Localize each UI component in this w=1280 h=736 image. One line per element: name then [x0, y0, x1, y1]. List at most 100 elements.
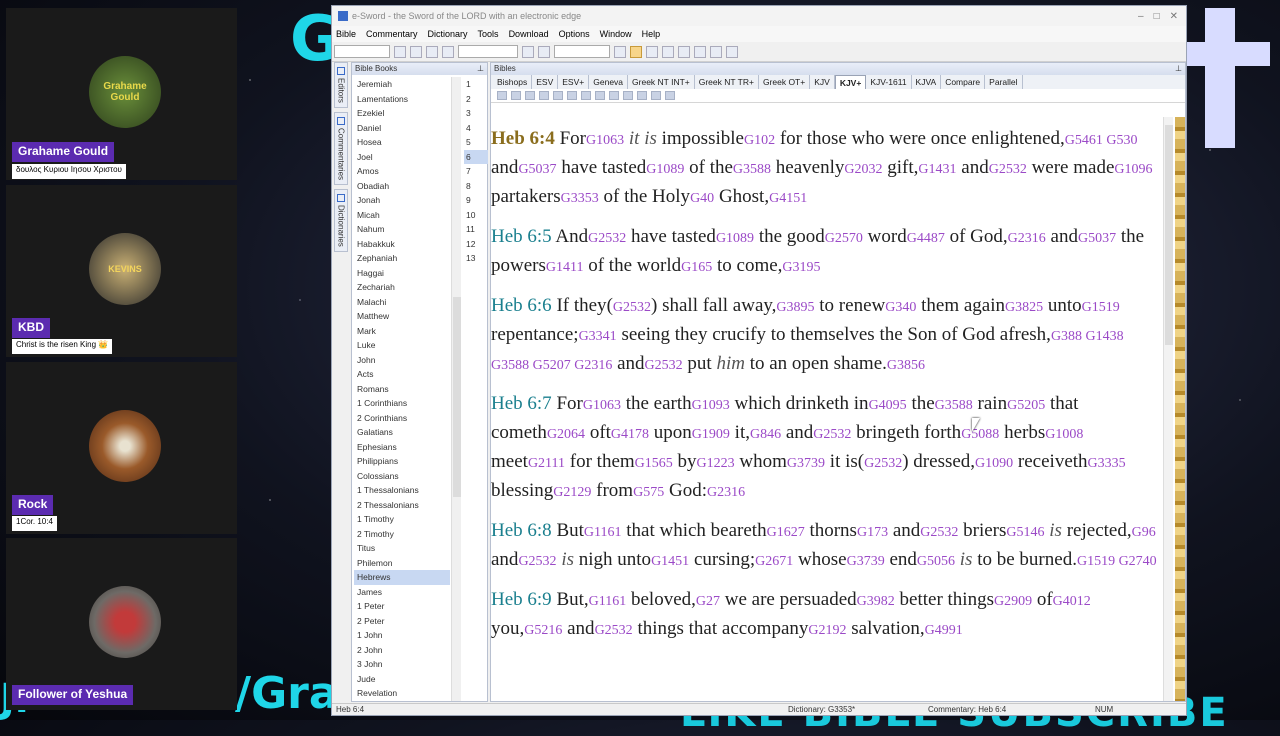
book-item[interactable]: Daniel: [354, 121, 450, 136]
book-item[interactable]: 2 John: [354, 643, 450, 658]
layout-icon[interactable]: [662, 45, 674, 58]
strongs-number[interactable]: G3195: [782, 260, 820, 275]
book-item[interactable]: Luke: [354, 338, 450, 353]
bible-tab[interactable]: Greek NT TR+: [695, 75, 759, 89]
bible-tab[interactable]: ESV+: [558, 75, 590, 89]
strongs-number[interactable]: G4095: [869, 398, 907, 413]
verse-reference[interactable]: Heb 6:9: [491, 589, 552, 610]
binoculars-icon[interactable]: [442, 45, 454, 58]
strongs-number[interactable]: G2532: [645, 358, 683, 373]
strongs-number[interactable]: G1093: [692, 398, 730, 413]
strongs-number[interactable]: G4991: [925, 623, 963, 638]
strongs-number[interactable]: G4178: [611, 427, 649, 442]
chapter-item[interactable]: 9: [464, 193, 488, 208]
scroll-thumb[interactable]: [453, 297, 461, 497]
book-item[interactable]: Philippians: [354, 454, 450, 469]
pin-icon[interactable]: ⊥: [1175, 63, 1185, 75]
strongs-number[interactable]: G2532: [813, 427, 851, 442]
strongs-number[interactable]: G5216: [524, 623, 562, 638]
books-scrollbar[interactable]: [451, 77, 461, 701]
strongs-number[interactable]: G5088: [961, 427, 999, 442]
bible-tab[interactable]: Geneva: [589, 75, 629, 89]
strongs-number[interactable]: G96: [1132, 525, 1156, 540]
strongs-number[interactable]: G1451: [651, 554, 689, 569]
verse-reference[interactable]: Heb 6:8: [491, 520, 552, 541]
pin-icon[interactable]: ⊥: [477, 63, 487, 75]
chapter-item[interactable]: 13: [464, 251, 488, 266]
bible-tab[interactable]: Parallel: [985, 75, 1023, 89]
strongs-number[interactable]: G1161: [589, 594, 627, 609]
text-scrollbar[interactable]: [1163, 117, 1173, 701]
strongs-number[interactable]: G1627: [767, 525, 805, 540]
bible-tab[interactable]: KJV+: [834, 75, 867, 89]
strongs-number[interactable]: G5037: [1078, 231, 1116, 246]
verse-reference[interactable]: Heb 6:5: [491, 226, 552, 247]
close-icon[interactable]: ✕: [1170, 11, 1178, 22]
lookup-combo[interactable]: [554, 45, 610, 58]
tool-icon[interactable]: [581, 91, 591, 100]
verse[interactable]: Heb 6:6 If they(G2532) shall fall away,G…: [491, 292, 1159, 379]
book-item[interactable]: Malachi: [354, 295, 450, 310]
strongs-number[interactable]: G1089: [716, 231, 754, 246]
strongs-number[interactable]: G2532: [518, 554, 556, 569]
participant-tile[interactable]: Rock 1Cor. 10:4: [6, 362, 237, 534]
strongs-number[interactable]: G1089: [646, 162, 684, 177]
book-item[interactable]: Habakkuk: [354, 237, 450, 252]
chapter-item[interactable]: 2: [464, 92, 488, 107]
book-item[interactable]: Nahum: [354, 222, 450, 237]
verse[interactable]: Heb 6:8 ButG1161 that which bearethG1627…: [491, 517, 1159, 575]
tab-commentaries[interactable]: Commentaries: [334, 111, 348, 185]
strongs-number[interactable]: G1411: [546, 260, 584, 275]
menu-download[interactable]: Download: [509, 29, 549, 39]
strongs-number[interactable]: G1008: [1045, 427, 1083, 442]
chapter-item[interactable]: 3: [464, 106, 488, 121]
strongs-number[interactable]: G3588: [733, 162, 771, 177]
strongs-number[interactable]: G2532: [864, 456, 902, 471]
strongs-number[interactable]: G2532: [613, 300, 651, 315]
book-item[interactable]: Amos: [354, 164, 450, 179]
strongs-number[interactable]: G27: [696, 594, 720, 609]
strongs-number[interactable]: G3856: [887, 358, 925, 373]
strongs-number[interactable]: G2129: [553, 485, 591, 500]
minimize-icon[interactable]: –: [1138, 11, 1144, 22]
strongs-number[interactable]: G2570: [825, 231, 863, 246]
book-item[interactable]: 2 Timothy: [354, 527, 450, 542]
book-item[interactable]: Micah: [354, 208, 450, 223]
strongs-number[interactable]: G1565: [635, 456, 673, 471]
bible-text[interactable]: Heb 6:4 ForG1063 it is impossibleG102 fo…: [491, 117, 1161, 701]
bible-tab[interactable]: KJVA: [912, 75, 942, 89]
menu-tools[interactable]: Tools: [478, 29, 499, 39]
bible-tab[interactable]: ESV: [532, 75, 559, 89]
chapter-item[interactable]: 7: [464, 164, 488, 179]
chapter-item[interactable]: 4: [464, 121, 488, 136]
strongs-number[interactable]: G5056: [917, 554, 955, 569]
strongs-number[interactable]: G40: [690, 191, 714, 206]
strongs-number[interactable]: G3739: [847, 554, 885, 569]
strongs-number[interactable]: G1519 G2740: [1077, 554, 1157, 569]
book-item[interactable]: Ephesians: [354, 440, 450, 455]
strongs-number[interactable]: G1519: [1082, 300, 1120, 315]
book-item[interactable]: Matthew: [354, 309, 450, 324]
strongs-number[interactable]: G2909: [994, 594, 1032, 609]
strongs-number[interactable]: G1063: [586, 133, 624, 148]
verse-reference[interactable]: Heb 6:7: [491, 393, 552, 414]
bible-tab[interactable]: KJV-1611: [866, 75, 912, 89]
book-item[interactable]: Galatians: [354, 425, 450, 440]
book-item[interactable]: Obadiah: [354, 179, 450, 194]
tool-icon[interactable]: [609, 91, 619, 100]
participant-tile[interactable]: Grahame Gould Grahame Gould δουλος Κυριο…: [6, 8, 237, 180]
back-icon[interactable]: [410, 45, 422, 58]
tool-icon[interactable]: [595, 91, 605, 100]
scroll-thumb[interactable]: [1165, 125, 1173, 345]
strongs-number[interactable]: G4012: [1053, 594, 1091, 609]
strongs-number[interactable]: G1161: [584, 525, 622, 540]
book-item[interactable]: 3 John: [354, 657, 450, 672]
strongs-number[interactable]: G5037: [518, 162, 556, 177]
strongs-number[interactable]: G2032: [844, 162, 882, 177]
participant-tile[interactable]: KEVINS KBD Christ is the risen King 👑: [6, 185, 237, 357]
chapter-item[interactable]: 5: [464, 135, 488, 150]
strongs-number[interactable]: G2064: [547, 427, 585, 442]
book-item[interactable]: John: [354, 353, 450, 368]
chapter-item[interactable]: 8: [464, 179, 488, 194]
forward-icon[interactable]: [426, 45, 438, 58]
